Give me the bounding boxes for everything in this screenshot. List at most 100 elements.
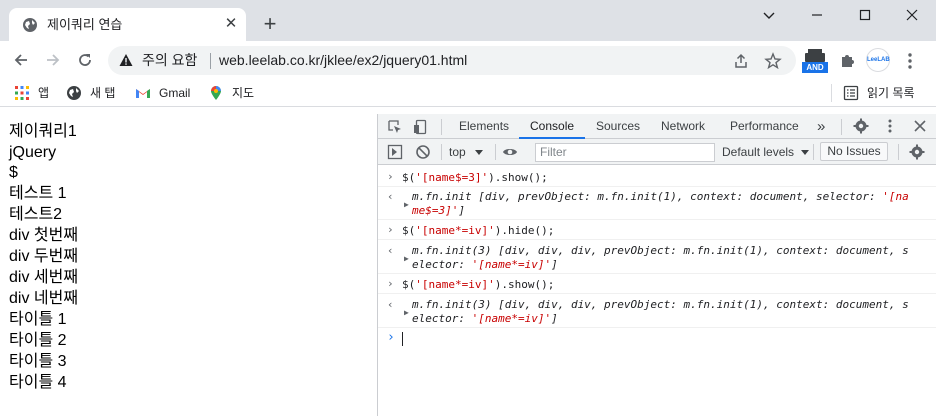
share-icon[interactable] <box>732 52 750 70</box>
console-prompt[interactable]: › <box>378 330 936 348</box>
code-token: $( <box>402 278 416 291</box>
reading-list-icon <box>843 85 859 101</box>
bookmark-new-tab[interactable]: 새 탭 <box>66 84 126 102</box>
tab-console[interactable]: Console <box>530 114 574 139</box>
text-caret <box>402 332 403 346</box>
tab-network[interactable]: Network <box>661 114 705 139</box>
more-vertical-icon[interactable] <box>905 52 915 70</box>
code-string: '[name$=3]' <box>415 171 489 184</box>
extensions-puzzle-icon[interactable] <box>839 52 856 69</box>
page-text-line: div 세번째 <box>9 269 79 286</box>
gear-icon[interactable] <box>853 118 869 134</box>
dropdown-arrow-icon <box>475 150 484 155</box>
result-text: ] <box>551 258 558 271</box>
back-button[interactable] <box>8 47 34 73</box>
new-tab-button[interactable]: + <box>259 13 281 35</box>
tab-performance[interactable]: Performance <box>730 114 799 139</box>
reload-button[interactable] <box>72 47 98 73</box>
sidebar-toggle-icon[interactable] <box>387 144 403 160</box>
navigation-toolbar: 주의 요함 web.leelab.co.kr/jklee/ex2/jquery0… <box>0 41 936 79</box>
result-string: me$=3]' <box>412 204 459 217</box>
address-bar[interactable]: 주의 요함 web.leelab.co.kr/jklee/ex2/jquery0… <box>108 46 796 75</box>
prompt-chevron-icon: › <box>387 330 395 345</box>
console-input-line: › $('[name$=3]').show(); <box>378 169 936 187</box>
page-text-line: jQuery <box>9 144 57 161</box>
bookmark-maps[interactable]: 지도 <box>208 84 258 102</box>
reading-list-label: 읽기 목록 <box>867 86 915 100</box>
tab-sources[interactable]: Sources <box>596 114 640 139</box>
page-text-line: 타이틀 3 <box>9 353 67 370</box>
more-vertical-icon[interactable] <box>882 118 898 134</box>
log-levels-label: Default levels <box>722 145 795 159</box>
more-tabs-button[interactable]: » <box>817 114 825 139</box>
tab-title: 제이쿼리 연습 <box>47 17 123 32</box>
result-object[interactable]: m.fn.init [div, prevObject: m.fn.init(1)… <box>412 190 912 218</box>
gear-icon[interactable] <box>909 144 925 160</box>
toolbar-divider <box>441 119 442 135</box>
expand-triangle-icon[interactable]: ▶ <box>404 306 409 320</box>
bookmarks-bar: 앱 새 탭 Gmail 지도 읽기 목록 <box>0 79 936 107</box>
clear-console-icon[interactable] <box>415 144 431 160</box>
forward-button[interactable] <box>40 47 66 73</box>
reading-list-button[interactable]: 읽기 목록 <box>843 84 923 102</box>
code-token: ).show(); <box>488 171 548 184</box>
bookmark-gmail[interactable]: Gmail <box>135 84 199 102</box>
bookmark-label: Gmail <box>159 86 191 100</box>
extension-and-button[interactable]: AND <box>802 47 828 73</box>
maximize-icon <box>859 9 871 21</box>
bookmark-star-icon[interactable] <box>764 52 782 70</box>
console-result: ‹ ▶ m.fn.init(3) [div, div, div, prevObj… <box>378 295 936 328</box>
filter-input[interactable]: Filter <box>535 143 715 162</box>
inspect-element-icon[interactable] <box>387 119 403 135</box>
result-object[interactable]: m.fn.init(3) [div, div, div, prevObject:… <box>412 298 912 326</box>
tab-strip: 제이쿼리 연습 ✕ + <box>0 0 936 41</box>
result-text: m.fn.init [div, prevObject: m.fn.init(1)… <box>412 190 883 203</box>
warning-icon[interactable] <box>119 53 133 67</box>
chevron-down-icon <box>763 12 775 19</box>
extension-and-label: AND <box>802 62 828 73</box>
context-selector[interactable]: top <box>449 143 484 161</box>
issues-button[interactable]: No Issues <box>820 142 888 161</box>
extension-leelab-button[interactable]: LeeLAB <box>866 48 890 72</box>
console-input-line: › $('[name*=iv]').hide(); <box>378 222 936 240</box>
tab-close-icon[interactable]: ✕ <box>223 16 239 32</box>
url-text[interactable]: web.leelab.co.kr/jklee/ex2/jquery01.html <box>219 52 467 69</box>
dropdown-arrow-icon <box>801 150 810 155</box>
device-toolbar-icon[interactable] <box>413 119 429 135</box>
close-window-button[interactable] <box>888 0 936 30</box>
page-content: 제이쿼리1 jQuery $ 테스트 1 테스트2 div 첫번째 div 두번… <box>0 114 377 416</box>
browser-tab[interactable]: 제이쿼리 연습 ✕ <box>9 8 246 41</box>
tab-search-button[interactable] <box>745 0 793 30</box>
expand-triangle-icon[interactable]: ▶ <box>404 252 409 266</box>
close-icon[interactable] <box>912 118 928 134</box>
output-chevron-icon: ‹ <box>387 244 394 257</box>
expand-triangle-icon[interactable]: ▶ <box>404 198 409 212</box>
page-text-line: 타이틀 2 <box>9 332 67 349</box>
globe-icon <box>67 86 81 100</box>
eye-icon[interactable] <box>502 144 518 160</box>
code-token: $( <box>402 224 416 237</box>
security-warning-label[interactable]: 주의 요함 <box>142 52 197 69</box>
maps-pin-icon <box>211 86 221 100</box>
result-text: m.fn.init(3) [div, div, div, prevObject:… <box>412 298 909 311</box>
input-chevron-icon: › <box>387 277 394 290</box>
minimize-button[interactable] <box>793 0 841 30</box>
code-token: $( <box>402 171 416 184</box>
output-chevron-icon: ‹ <box>387 190 394 203</box>
maximize-button[interactable] <box>841 0 889 30</box>
page-text-line: div 네번째 <box>9 290 79 307</box>
bookmark-label: 지도 <box>232 86 255 100</box>
console-result: ‹ ▶ m.fn.init [div, prevObject: m.fn.ini… <box>378 187 936 220</box>
tab-elements[interactable]: Elements <box>459 114 509 139</box>
close-icon <box>906 9 918 21</box>
page-text-line: 제이쿼리1 <box>9 123 77 140</box>
result-text: ] <box>551 312 558 325</box>
log-levels-dropdown[interactable]: Default levels <box>722 143 810 161</box>
bookmark-label: 앱 <box>38 86 50 100</box>
arrow-left-icon <box>14 54 27 66</box>
bookmark-apps[interactable]: 앱 <box>14 84 54 102</box>
output-chevron-icon: ‹ <box>387 298 394 311</box>
bookmarks-divider <box>831 84 832 102</box>
result-text: m.fn.init(3) [div, div, div, prevObject:… <box>412 244 909 257</box>
result-object[interactable]: m.fn.init(3) [div, div, div, prevObject:… <box>412 244 912 272</box>
